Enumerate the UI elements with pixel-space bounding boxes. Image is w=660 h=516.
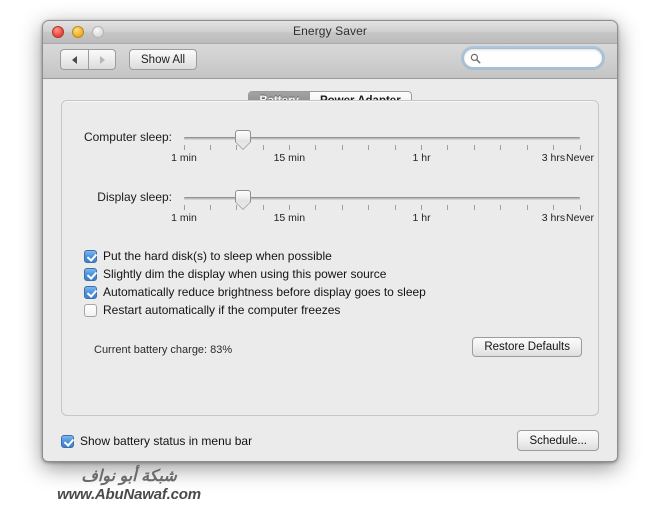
slider-tick bbox=[289, 205, 291, 210]
slider-tick bbox=[262, 145, 264, 150]
search-field[interactable] bbox=[463, 48, 603, 68]
slider-tick bbox=[500, 145, 502, 150]
slider-tick bbox=[553, 205, 555, 210]
checkbox-hard-disk-sleep[interactable] bbox=[84, 250, 97, 263]
forward-button[interactable] bbox=[88, 49, 116, 70]
slider-tick bbox=[209, 205, 211, 210]
battery-charge-status: Current battery charge: 83% bbox=[94, 344, 233, 356]
checkbox-show-battery-status[interactable] bbox=[61, 435, 74, 448]
slider-tick bbox=[447, 145, 449, 150]
checkbox-row[interactable]: Restart automatically if the computer fr… bbox=[84, 303, 426, 320]
options-checkbox-group: Put the hard disk(s) to sleep when possi… bbox=[84, 249, 426, 321]
slider-tick bbox=[368, 145, 370, 150]
slider-tick bbox=[289, 145, 291, 150]
slider-tick bbox=[447, 205, 449, 210]
slider-scale-label: 1 hr bbox=[412, 212, 431, 224]
checkbox-restart-on-freeze[interactable] bbox=[84, 304, 97, 317]
slider-thumb[interactable] bbox=[235, 190, 252, 210]
window-content: Battery Power Adapter Computer sleep: bbox=[43, 79, 617, 461]
slider-tick bbox=[473, 145, 475, 150]
slider-scale-label: Never bbox=[565, 212, 595, 224]
schedule-button[interactable]: Schedule... bbox=[517, 430, 599, 451]
display-sleep-label: Display sleep: bbox=[97, 190, 172, 204]
slider-tick bbox=[526, 145, 528, 150]
search-icon bbox=[470, 53, 481, 63]
forward-arrow-icon bbox=[99, 55, 105, 64]
slider-tick bbox=[315, 205, 317, 210]
back-button[interactable] bbox=[60, 49, 88, 70]
show-all-button[interactable]: Show All bbox=[129, 49, 198, 70]
checkbox-reduce-brightness[interactable] bbox=[84, 286, 97, 299]
energy-saver-window: Energy Saver Show All Batte bbox=[42, 20, 618, 462]
checkbox-label: Automatically reduce brightness before d… bbox=[103, 285, 426, 299]
checkbox-row[interactable]: Automatically reduce brightness before d… bbox=[84, 285, 426, 302]
checkbox-label: Slightly dim the display when using this… bbox=[103, 267, 387, 281]
slider-tick bbox=[500, 205, 502, 210]
slider-scale-label: 1 min bbox=[171, 152, 197, 164]
restore-defaults-button[interactable]: Restore Defaults bbox=[472, 337, 582, 357]
checkbox-label: Put the hard disk(s) to sleep when possi… bbox=[103, 249, 332, 263]
show-battery-status-label: Show battery status in menu bar bbox=[80, 434, 253, 448]
slider-scale-label: 15 min bbox=[273, 152, 306, 164]
checkbox-dim-display[interactable] bbox=[84, 268, 97, 281]
window-toolbar: Show All bbox=[43, 44, 617, 79]
checkbox-label: Restart automatically if the computer fr… bbox=[103, 303, 341, 317]
search-input[interactable] bbox=[484, 52, 594, 64]
slider-scale-label: Never bbox=[565, 152, 595, 164]
slider-scale-label: 1 min bbox=[171, 212, 197, 224]
slider-tick bbox=[183, 145, 185, 150]
back-arrow-icon bbox=[72, 55, 77, 64]
slider-tick bbox=[341, 205, 343, 210]
slider-tick bbox=[579, 145, 581, 150]
slider-scale-label: 15 min bbox=[273, 212, 306, 224]
slider-tick bbox=[526, 205, 528, 210]
slider-scale-labels: 1 min 15 min 1 hr 3 hrs Never bbox=[171, 152, 594, 166]
abunawaf-url-text: www.AbuNawaf.com bbox=[57, 486, 201, 503]
window-titlebar: Energy Saver bbox=[43, 21, 617, 44]
slider-tick bbox=[209, 145, 211, 150]
slider-scale-label: 3 hrs bbox=[541, 212, 566, 224]
restore-defaults-label: Restore Defaults bbox=[484, 341, 570, 353]
slider-tick bbox=[262, 205, 264, 210]
slider-tick bbox=[579, 205, 581, 210]
settings-panel: Computer sleep: 1 min 15 min 1 hr 3 hrs Neve… bbox=[61, 100, 599, 416]
slider-tick bbox=[341, 145, 343, 150]
slider-thumb[interactable] bbox=[235, 130, 252, 150]
abunawaf-watermark: شبكة أبو نواف www.AbuNawaf.com bbox=[34, 468, 224, 504]
slider-tick bbox=[368, 205, 370, 210]
abunawaf-arabic-text: شبكة أبو نواف bbox=[81, 468, 177, 485]
checkbox-row[interactable]: Slightly dim the display when using this… bbox=[84, 267, 426, 284]
slider-tick bbox=[183, 205, 185, 210]
checkbox-row[interactable]: Put the hard disk(s) to sleep when possi… bbox=[84, 249, 426, 266]
slider-scale-label: 3 hrs bbox=[541, 152, 566, 164]
show-all-label: Show All bbox=[141, 53, 186, 66]
slider-tick bbox=[394, 205, 396, 210]
slider-scale-labels: 1 min 15 min 1 hr 3 hrs Never bbox=[171, 212, 594, 226]
schedule-label: Schedule... bbox=[529, 434, 587, 447]
show-battery-status-row[interactable]: Show battery status in menu bar bbox=[61, 434, 252, 449]
slider-tick bbox=[315, 145, 317, 150]
window-title: Energy Saver bbox=[293, 24, 367, 38]
slider-tick bbox=[473, 205, 475, 210]
slider-tick bbox=[553, 145, 555, 150]
slider-scale-label: 1 hr bbox=[412, 152, 431, 164]
slider-tick bbox=[421, 205, 423, 210]
computer-sleep-slider[interactable]: 1 min 15 min 1 hr 3 hrs Never bbox=[171, 129, 594, 173]
slider-tick bbox=[394, 145, 396, 150]
display-sleep-slider[interactable]: 1 min 15 min 1 hr 3 hrs Never bbox=[171, 189, 594, 233]
navigation-buttons bbox=[60, 49, 116, 70]
computer-sleep-label: Computer sleep: bbox=[83, 130, 172, 144]
slider-tick bbox=[421, 145, 423, 150]
